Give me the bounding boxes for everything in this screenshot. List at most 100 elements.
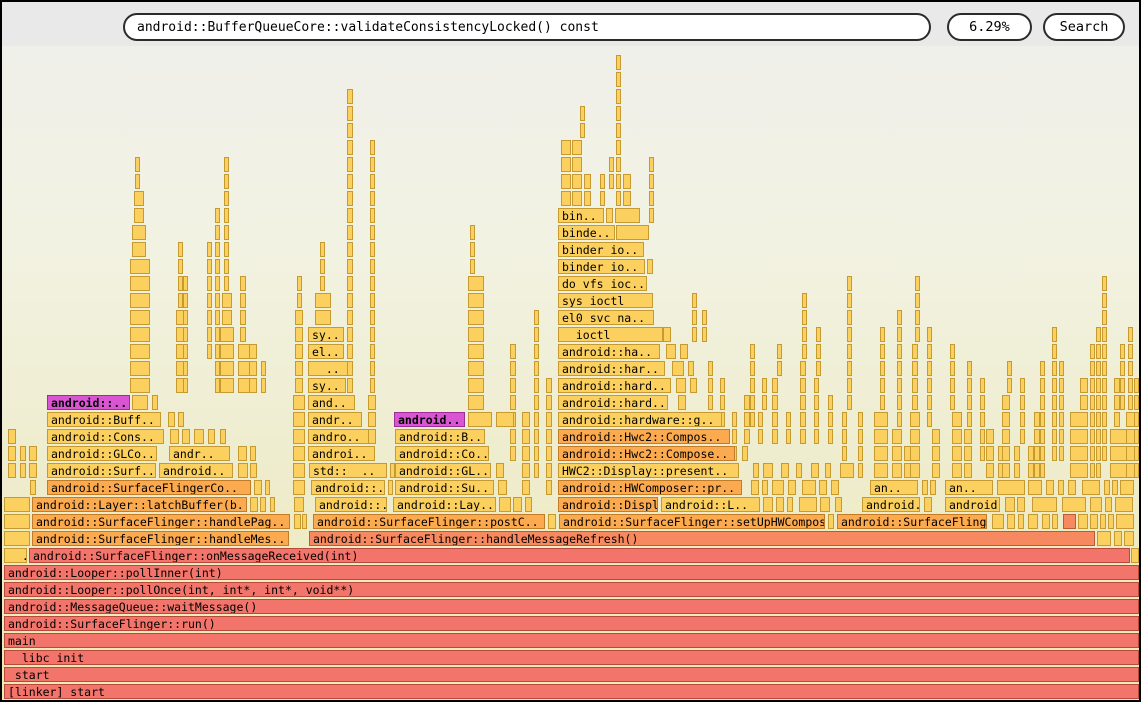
flame-frame[interactable]	[1090, 378, 1095, 393]
flame-frame[interactable]: android::SurfaceFlinger::handleMessageRe…	[309, 531, 1095, 546]
flame-frame[interactable]	[616, 174, 621, 189]
flame-frame[interactable]	[293, 480, 305, 495]
flame-frame[interactable]	[912, 361, 918, 376]
flame-frame[interactable]	[534, 327, 539, 342]
flame-frame[interactable]	[788, 480, 796, 495]
flame-frame[interactable]	[347, 106, 353, 121]
flame-frame[interactable]	[816, 327, 821, 342]
flame-frame[interactable]	[772, 480, 784, 495]
flame-frame[interactable]	[183, 293, 188, 308]
flame-frame[interactable]: and..	[308, 395, 355, 410]
flame-frame[interactable]: android::Looper::pollInner(int)	[4, 565, 1139, 580]
flame-frame[interactable]	[470, 242, 475, 257]
flame-frame[interactable]: android::..	[47, 395, 130, 410]
flame-frame[interactable]	[1096, 463, 1101, 478]
flame-frame[interactable]	[224, 191, 229, 206]
flame-frame[interactable]: android::DisplayDevice:..	[558, 497, 658, 512]
flame-frame[interactable]: [linker]_start	[4, 684, 1139, 699]
flame-frame[interactable]	[1090, 412, 1095, 427]
flame-frame[interactable]: do_vfs_ioc..	[558, 276, 647, 291]
flame-frame[interactable]	[293, 446, 305, 461]
flame-frame[interactable]	[370, 276, 375, 291]
flame-frame[interactable]	[265, 480, 270, 495]
flame-frame[interactable]	[786, 412, 791, 427]
flame-frame[interactable]	[927, 395, 932, 410]
flame-frame[interactable]	[1052, 344, 1057, 359]
flame-frame[interactable]	[892, 446, 902, 461]
flame-frame[interactable]	[840, 463, 854, 478]
flame-frame[interactable]	[249, 361, 257, 376]
flame-frame[interactable]	[912, 344, 918, 359]
flame-frame[interactable]	[1134, 429, 1139, 444]
flame-frame[interactable]	[802, 480, 816, 495]
flame-frame[interactable]	[1134, 378, 1139, 393]
flame-frame[interactable]: __libc_init	[4, 650, 1139, 665]
flame-frame[interactable]: __ioctl	[558, 327, 663, 342]
flame-frame[interactable]	[828, 412, 833, 427]
flame-frame[interactable]	[215, 259, 220, 274]
flame-frame[interactable]	[4, 531, 30, 546]
flame-frame[interactable]	[842, 412, 847, 427]
flame-frame[interactable]	[915, 276, 920, 291]
flame-frame[interactable]	[847, 344, 852, 359]
flame-frame[interactable]	[680, 344, 688, 359]
flame-frame[interactable]	[1100, 514, 1106, 529]
flame-frame[interactable]	[772, 429, 778, 444]
flame-frame[interactable]	[874, 446, 888, 461]
flame-frame[interactable]	[1002, 429, 1010, 444]
flame-frame[interactable]	[4, 497, 30, 512]
flame-frame[interactable]	[215, 293, 220, 308]
flame-frame[interactable]	[688, 361, 694, 376]
flame-frame[interactable]	[215, 310, 220, 325]
flame-frame[interactable]	[802, 310, 807, 325]
flame-frame[interactable]	[1090, 446, 1095, 461]
flame-frame[interactable]	[368, 412, 376, 427]
flame-frame[interactable]	[468, 310, 484, 325]
flame-frame[interactable]	[347, 89, 353, 104]
flame-frame[interactable]	[922, 480, 928, 495]
flame-frame[interactable]	[802, 327, 807, 342]
flame-frame[interactable]: android::Hwc2::Compose..	[558, 446, 735, 461]
flame-frame[interactable]	[1120, 378, 1125, 393]
flame-frame[interactable]	[1080, 378, 1088, 393]
flame-frame[interactable]	[584, 174, 591, 189]
flame-frame[interactable]	[1120, 480, 1134, 495]
flame-frame[interactable]	[134, 191, 144, 206]
flame-frame[interactable]	[238, 463, 248, 478]
flame-frame[interactable]	[293, 429, 305, 444]
flame-frame[interactable]	[708, 378, 713, 393]
flame-frame[interactable]: android::Su..	[395, 480, 494, 495]
flame-frame[interactable]	[534, 446, 539, 461]
flame-frame[interactable]: android::Lay..	[393, 497, 496, 512]
flame-frame[interactable]: sys_ioctl	[558, 293, 653, 308]
flame-frame[interactable]	[609, 157, 614, 172]
flame-frame[interactable]: android::Layer::latchBuffer(b..	[32, 497, 247, 512]
flame-frame[interactable]	[880, 395, 885, 410]
flame-frame[interactable]	[250, 463, 257, 478]
flame-frame[interactable]	[616, 225, 649, 240]
flame-frame[interactable]	[880, 361, 885, 376]
flame-frame[interactable]: android::Looper::pollOnce(int, int*, int…	[4, 582, 1139, 597]
flame-frame[interactable]	[758, 412, 763, 427]
flame-frame[interactable]	[215, 208, 220, 223]
flame-frame[interactable]	[548, 514, 556, 529]
flame-frame[interactable]	[892, 429, 902, 444]
flame-frame[interactable]: __.	[4, 548, 27, 563]
flame-frame[interactable]	[1102, 344, 1107, 359]
flame-frame[interactable]	[600, 191, 605, 206]
flame-frame[interactable]: android..	[159, 463, 233, 478]
flame-frame[interactable]	[858, 463, 863, 478]
flame-frame[interactable]	[787, 497, 793, 512]
flame-frame[interactable]	[370, 327, 375, 342]
flame-frame[interactable]	[534, 378, 539, 393]
flame-frame[interactable]	[194, 429, 204, 444]
flame-frame[interactable]	[1102, 429, 1107, 444]
flame-frame[interactable]: android::SurfaceFlinger::run()	[4, 616, 1139, 631]
flame-frame[interactable]: android..	[394, 412, 465, 427]
flame-frame[interactable]	[927, 378, 932, 393]
flame-frame[interactable]: android::ha..	[558, 344, 660, 359]
flame-frame[interactable]	[649, 191, 654, 206]
flame-frame[interactable]	[1042, 514, 1050, 529]
flame-frame[interactable]	[1082, 480, 1100, 495]
flame-frame[interactable]	[370, 191, 375, 206]
